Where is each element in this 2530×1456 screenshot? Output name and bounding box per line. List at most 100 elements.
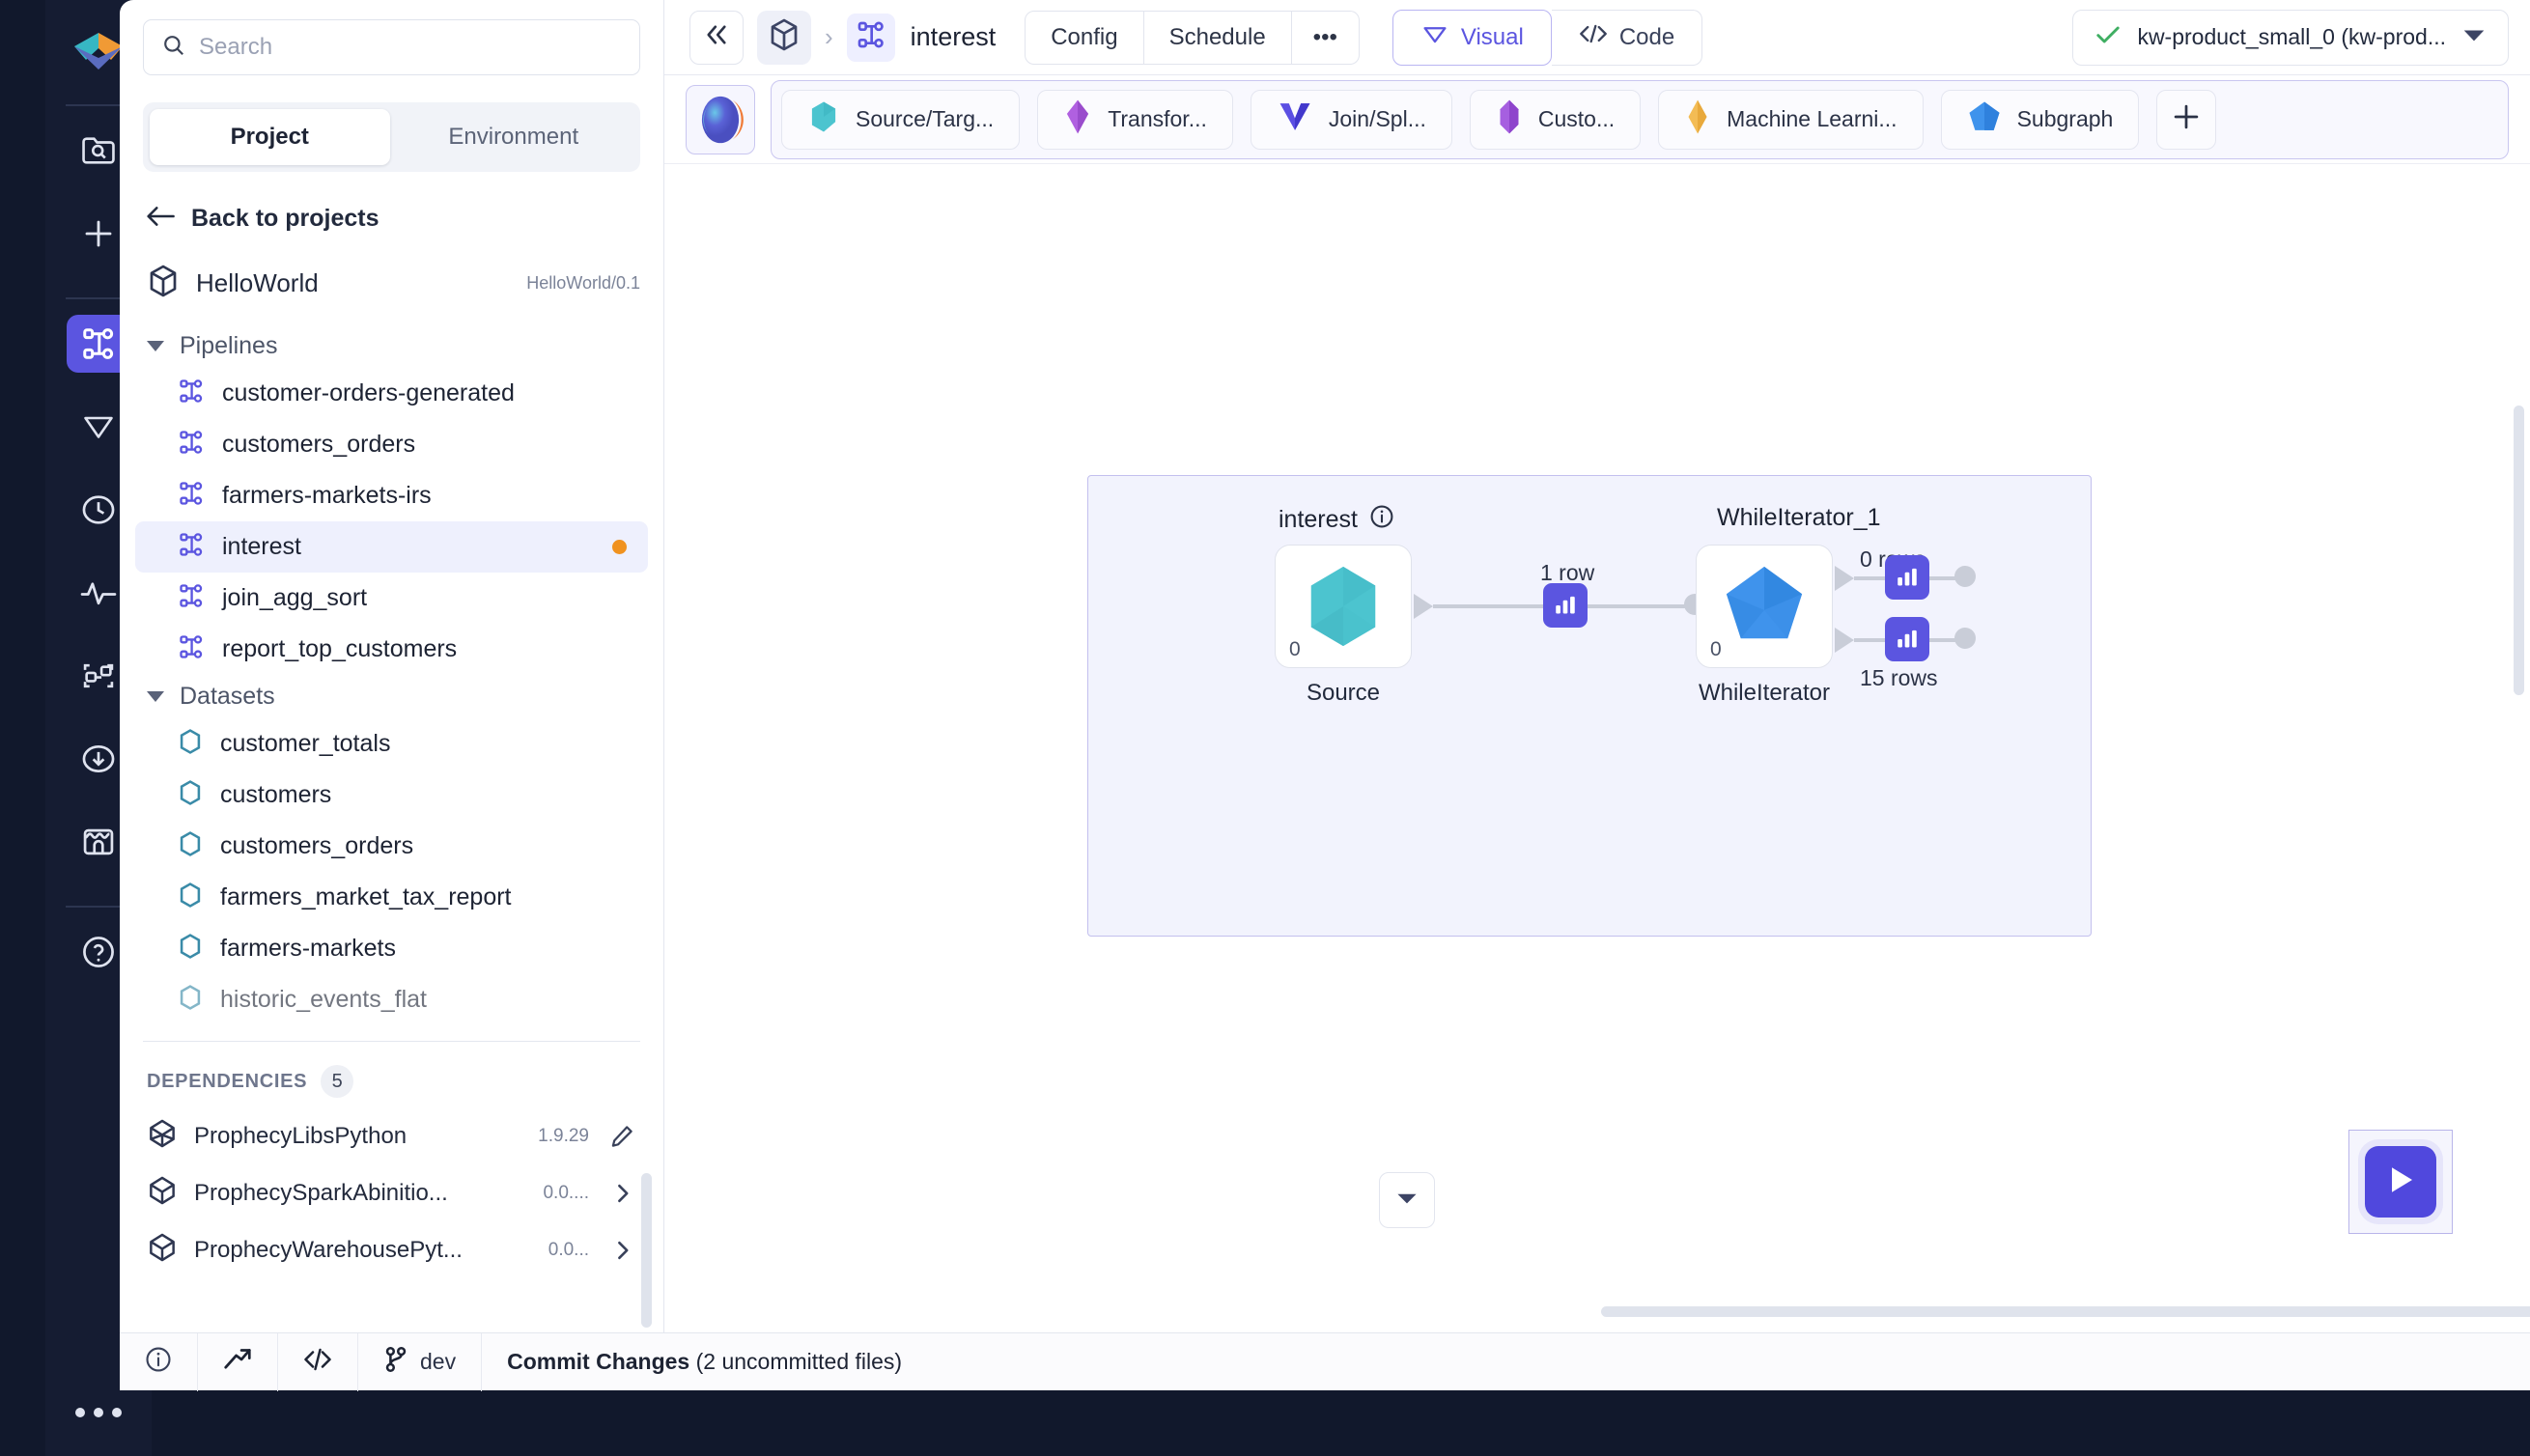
dataset-item[interactable]: customers_orders (135, 821, 648, 872)
pipeline-item-interest[interactable]: interest (135, 521, 648, 573)
dependency-row[interactable]: ProphecySparkAbinitio... 0.0.... (120, 1164, 663, 1221)
page-title: interest (910, 22, 997, 51)
commit-changes-button[interactable]: Commit Changes (2 uncommitted files) (482, 1333, 927, 1391)
config-button[interactable]: Config (1025, 10, 1144, 65)
status-code-button[interactable] (278, 1332, 358, 1391)
schedule-button[interactable]: Schedule (1143, 10, 1292, 65)
palette-chip-label: Join/Spl... (1328, 106, 1426, 131)
status-info-button[interactable] (120, 1332, 198, 1391)
pipeline-item-label: join_agg_sort (222, 584, 368, 611)
dataset-item[interactable]: historic_events_flat (135, 974, 648, 1025)
source-node-title-row: interest (1279, 504, 1394, 536)
collapse-sidebar-button[interactable] (689, 10, 744, 65)
pipeline-item[interactable]: customer-orders-generated (135, 368, 648, 419)
more-dots-icon[interactable] (75, 1408, 122, 1417)
palette-chip-label: Transfor... (1108, 106, 1207, 131)
pipeline-item[interactable]: customers_orders (135, 419, 648, 470)
run-pipeline-button[interactable] (2365, 1146, 2436, 1218)
prophecy-orb-icon[interactable] (686, 84, 755, 154)
output-port-top[interactable] (1954, 566, 1976, 587)
dataset-item-label: historic_events_flat (220, 986, 428, 1013)
chevron-right-icon[interactable] (605, 1239, 634, 1262)
caret-down-icon (1395, 1190, 1419, 1211)
git-branch-icon (383, 1346, 408, 1378)
canvas-vertical-scrollbar[interactable] (2514, 406, 2524, 695)
view-mode-toggle: Visual Code (1392, 9, 1703, 66)
tab-visual[interactable]: Visual (1392, 9, 1552, 66)
cube-icon (768, 17, 801, 57)
pipeline-graph-icon (178, 378, 205, 409)
status-branch-button[interactable]: dev (358, 1332, 483, 1391)
palette-chip-custom[interactable]: Custo... (1469, 89, 1642, 150)
group-header-datasets[interactable]: Datasets (120, 675, 663, 718)
status-metrics-button[interactable] (198, 1332, 278, 1391)
breadcrumb-pipeline-icon (846, 13, 895, 62)
gem-purple-icon (1063, 98, 1092, 140)
edit-icon[interactable] (605, 1124, 634, 1149)
dependency-name: ProphecyLibsPython (194, 1122, 408, 1149)
question-circle-icon (80, 934, 117, 970)
cube-icon (147, 264, 180, 303)
palette-chip-subgraph[interactable]: Subgraph (1940, 89, 2140, 150)
source-node[interactable]: 0 (1275, 545, 1412, 668)
back-to-projects-link[interactable]: Back to projects (120, 172, 663, 238)
info-circle-icon[interactable] (1369, 504, 1394, 536)
more-options-button[interactable]: ••• (1291, 10, 1360, 65)
hexagon-icon (178, 830, 203, 862)
dependencies-title: DEPENDENCIES (147, 1070, 308, 1092)
play-icon (2384, 1162, 2417, 1202)
canvas-zoom-menu-button[interactable] (1379, 1172, 1435, 1228)
chevron-right-icon[interactable] (605, 1182, 634, 1205)
palette-chip-label: Source/Targ... (856, 106, 995, 131)
dependencies-scrollbar[interactable] (641, 1173, 652, 1328)
search-input[interactable] (199, 34, 622, 61)
data-preview-badge-source[interactable] (1543, 583, 1588, 628)
subgraph-container[interactable] (1087, 475, 2092, 937)
source-node-footer: Source (1306, 680, 1381, 706)
canvas-horizontal-scrollbar[interactable] (1601, 1306, 2530, 1317)
add-gem-button[interactable] (2156, 89, 2217, 150)
dependency-name: ProphecySparkAbinitio... (194, 1179, 448, 1206)
arrow-left-icon (145, 205, 176, 233)
pipeline-item[interactable]: join_agg_sort (135, 573, 648, 624)
breadcrumb-project-icon[interactable] (757, 10, 811, 65)
folder-search-icon (80, 134, 117, 167)
dataset-item[interactable]: customer_totals (135, 718, 648, 770)
palette-chip-transform[interactable]: Transfor... (1037, 89, 1233, 150)
commit-changes-label: Commit Changes (2 uncommitted files) (507, 1349, 902, 1375)
palette-chip-label: Subgraph (2016, 106, 2114, 131)
dependency-row[interactable]: ProphecyLibsPython 1.9.29 (120, 1107, 663, 1164)
hexagon-icon (178, 933, 203, 965)
palette-chip-label: Custo... (1537, 106, 1616, 131)
project-row[interactable]: HelloWorld HelloWorld/0.1 (120, 238, 663, 324)
project-tree: Pipelines customer-orders-generated cust… (120, 324, 663, 1025)
cluster-selector[interactable]: kw-product_small_0 (kw-prod... (2072, 9, 2509, 66)
iterator-node-count: 0 (1710, 638, 1722, 660)
pipeline-item-label: interest (222, 533, 301, 560)
pipeline-canvas[interactable]: interest 0 Source 1 row WhileIterator_1 … (664, 166, 2530, 1325)
edge-label-1-row: 1 row (1540, 560, 1595, 585)
output-port-bottom[interactable] (1954, 628, 1976, 649)
whileiterator-node[interactable]: 0 (1696, 545, 1833, 668)
data-preview-badge-out-bottom[interactable] (1885, 617, 1929, 661)
pipeline-graph-icon (856, 19, 886, 55)
dataset-item[interactable]: farmers_market_tax_report (135, 872, 648, 923)
tab-environment[interactable]: Environment (394, 109, 634, 165)
palette-chip-join-split[interactable]: Join/Spl... (1250, 89, 1452, 150)
data-preview-badge-out-top[interactable] (1885, 555, 1929, 600)
tab-project[interactable]: Project (150, 109, 390, 165)
pipeline-item[interactable]: farmers-markets-irs (135, 470, 648, 521)
palette-chip-machine-learning[interactable]: Machine Learni... (1658, 89, 1924, 150)
dataset-item-label: customers (220, 781, 332, 808)
info-circle-icon (145, 1346, 172, 1378)
search-box[interactable] (143, 19, 640, 75)
pipeline-item[interactable]: report_top_customers (135, 624, 648, 675)
group-header-pipelines[interactable]: Pipelines (120, 324, 663, 368)
hexagon-icon (178, 882, 203, 913)
tab-code[interactable]: Code (1551, 9, 1703, 66)
dataset-item[interactable]: farmers-markets (135, 923, 648, 974)
gem-palette-scroll[interactable]: Source/Targ... Transfor... Join/Spl... C… (771, 79, 2509, 159)
dependency-row[interactable]: ProphecyWarehousePyt... 0.0... (120, 1221, 663, 1278)
dataset-item[interactable]: customers (135, 770, 648, 821)
palette-chip-source-target[interactable]: Source/Targ... (781, 89, 1021, 150)
